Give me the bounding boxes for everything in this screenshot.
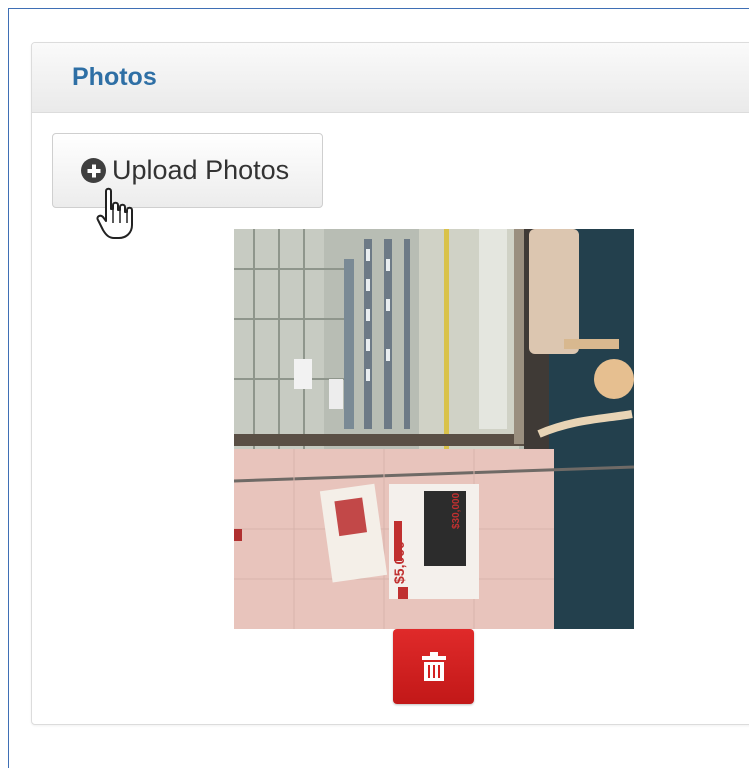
- upload-photos-button[interactable]: Upload Photos: [52, 133, 323, 208]
- hand-pointer-icon: [96, 187, 133, 239]
- plus-circle-icon: [81, 158, 106, 183]
- uploaded-photo: $5,000 $30,000: [234, 229, 634, 629]
- delete-photo-button[interactable]: [393, 629, 474, 704]
- trash-icon: [421, 651, 446, 681]
- upload-photos-label: Upload Photos: [112, 155, 290, 185]
- coupon-left-text: $5,000: [391, 541, 407, 584]
- coupon-right-text: $30,000: [451, 492, 462, 529]
- panel-heading: Photos: [32, 43, 749, 113]
- panel-title: Photos: [72, 63, 157, 91]
